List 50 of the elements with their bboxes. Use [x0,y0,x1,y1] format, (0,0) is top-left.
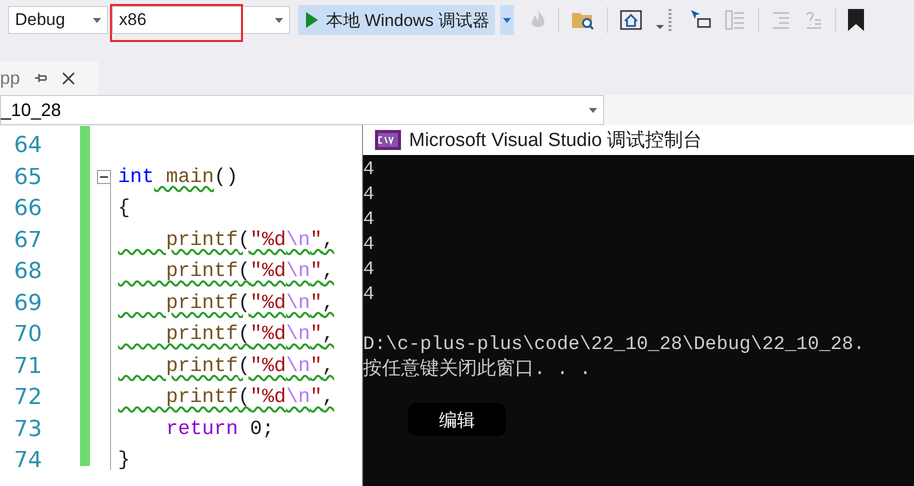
configuration-dropdown[interactable]: Debug [8,6,108,34]
console-output: 4 [363,158,374,180]
code-line: int main() [118,164,238,190]
code-line: } [118,448,130,474]
code-line: printf("%d\n", [165,290,334,316]
folder-search-icon[interactable] [571,10,596,30]
close-icon[interactable] [62,72,76,84]
run-dropdown-button[interactable] [499,5,514,35]
line-number: 67 [13,226,43,254]
console-output: 4 [363,208,374,230]
platform-dropdown[interactable]: x86 [112,6,290,34]
code-line: printf("%d\n", [165,354,334,380]
line-number: 73 [13,416,43,444]
caret-icon [275,18,283,22]
window-title: Microsoft Visual Studio 调试控制台 [409,129,702,153]
console-output: 4 [363,283,374,305]
code-line: printf("%d\n", [165,228,334,254]
caret-icon [503,18,512,22]
line-number: 74 [13,447,43,475]
code-line: { [118,196,130,222]
line-number: 69 [13,290,43,318]
pointer-icon[interactable] [690,9,712,31]
line-number: 68 [13,258,43,286]
console-output: 4 [363,258,374,280]
line-number: 72 [13,384,43,412]
console-output: D:\c-plus-plus\code\22_10_28\Debug\22_10_28. [363,333,865,355]
edit-button[interactable]: 编辑 [408,403,506,436]
code-line: printf("%d\n", [165,322,334,348]
line-number: 71 [13,352,43,380]
collapse-icon[interactable] [97,170,111,184]
caret-icon [93,18,101,22]
code-line: printf("%d\n", [165,259,334,285]
editor-tab[interactable]: pp [0,61,98,95]
code-line: printf("%d\n", [165,385,334,411]
console-output: 4 [363,233,374,255]
line-number: 66 [13,195,43,223]
console-output: 4 [363,183,374,205]
home-icon[interactable] [620,10,642,30]
bookmark-icon[interactable] [848,9,864,31]
line-number: 65 [13,164,43,192]
line-number: 64 [13,132,43,160]
run-button[interactable]: 本地 Windows 调试器 [298,5,496,35]
play-icon [306,12,318,28]
line-number: 70 [13,321,43,349]
console-output: 按任意键关闭此窗口. . . [363,358,592,380]
pin-icon[interactable] [34,72,48,84]
code-line: return 0; [165,416,274,442]
project-dropdown[interactable]: _10_28 [0,95,604,125]
caret-icon [589,108,597,112]
console-app-icon [375,130,401,150]
